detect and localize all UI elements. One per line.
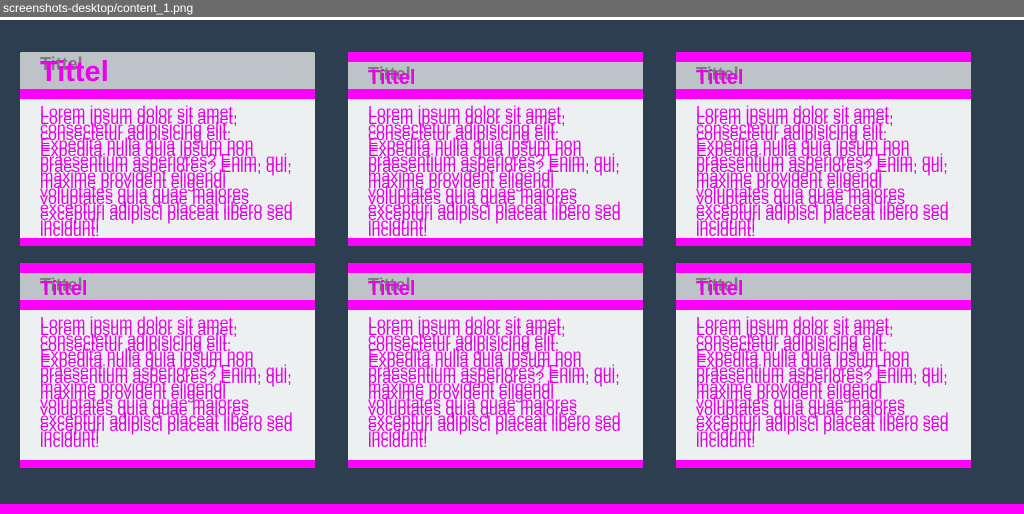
title-divider	[0, 17, 1024, 20]
card-top-band	[676, 52, 971, 62]
card-body-overlap: Lorem ipsum dolor sit amet, consectetur …	[40, 322, 293, 451]
card: Tittel Tittel Lorem ipsum dolor sit amet…	[348, 52, 643, 246]
card-bottom-band	[676, 460, 971, 468]
card-body-overlap: Lorem ipsum dolor sit amet, consectetur …	[40, 111, 293, 240]
card-title: Tittel	[368, 67, 416, 89]
card-top-band	[20, 263, 315, 273]
card-body-overlap: Lorem ipsum dolor sit amet, consectetur …	[696, 111, 949, 240]
footer-bar	[0, 504, 1024, 514]
card-bottom-band	[348, 460, 643, 468]
card-header: Tittel Tittel	[20, 52, 315, 99]
card-body-overlap: Lorem ipsum dolor sit amet, consectetur …	[696, 322, 949, 451]
card-top-band	[348, 52, 643, 62]
card-header: Tittel Tittel	[676, 62, 971, 99]
card: Tittel Tittel Lorem ipsum dolor sit amet…	[348, 263, 643, 468]
window-title: screenshots-desktop/content_1.png	[0, 0, 1024, 17]
card-header: Tittel Tittel	[348, 273, 643, 310]
card-title: Tittel	[40, 278, 88, 300]
card: Tittel Tittel Lorem ipsum dolor sit amet…	[676, 263, 971, 468]
card-bottom-band	[20, 238, 315, 246]
card: Tittel Tittel Lorem ipsum dolor sit amet…	[20, 52, 315, 246]
card-bottom-band	[348, 238, 643, 246]
card: Tittel Tittel Lorem ipsum dolor sit amet…	[676, 52, 971, 246]
card-bottom-band	[676, 238, 971, 246]
card-title: Tittel	[696, 67, 744, 89]
card-title: Tittel	[368, 278, 416, 300]
card: Tittel Tittel Lorem ipsum dolor sit amet…	[20, 263, 315, 468]
card-bottom-band	[20, 460, 315, 468]
card-header: Tittel Tittel	[20, 273, 315, 310]
card-top-band	[676, 263, 971, 273]
card-header: Tittel Tittel	[348, 62, 643, 99]
card-title: Tittel	[40, 56, 109, 88]
card-title: Tittel	[696, 278, 744, 300]
card-body-overlap: Lorem ipsum dolor sit amet, consectetur …	[368, 322, 621, 451]
card-header: Tittel Tittel	[676, 273, 971, 310]
card-body-overlap: Lorem ipsum dolor sit amet, consectetur …	[368, 111, 621, 240]
card-top-band	[348, 263, 643, 273]
